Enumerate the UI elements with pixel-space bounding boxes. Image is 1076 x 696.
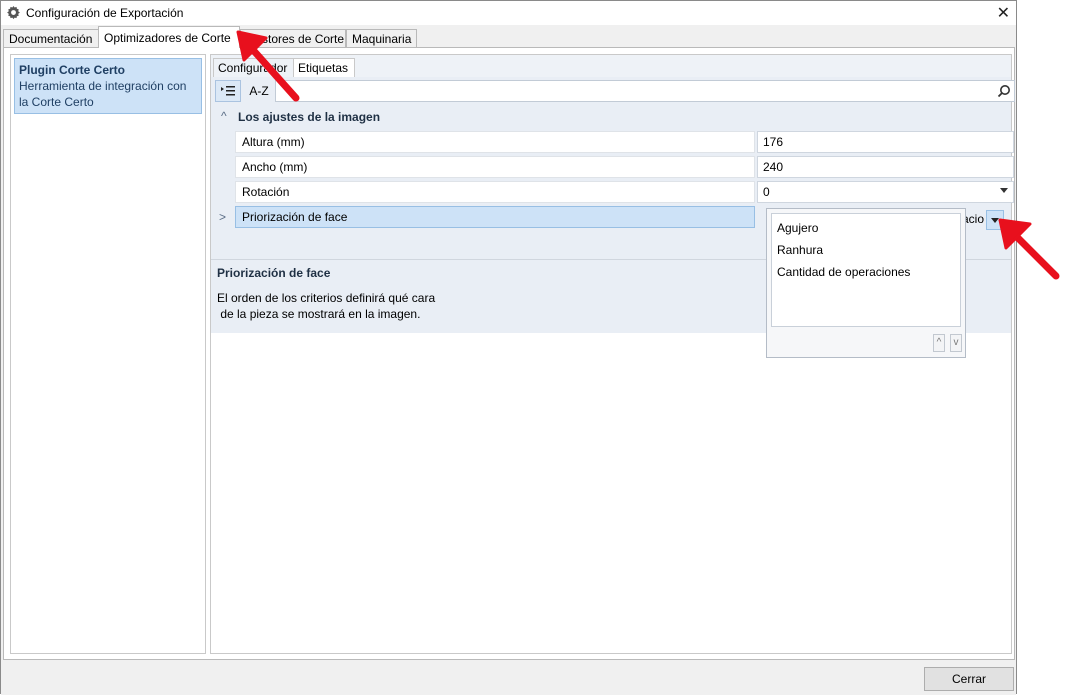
property-row-ancho: Ancho (mm) 240 [235, 156, 1015, 180]
tab-optimizadores-de-corte[interactable]: Optimizadores de Corte [98, 26, 240, 48]
property-name: Altura (mm) [235, 131, 755, 153]
property-name: Rotación [235, 181, 755, 203]
tab-maquinaria[interactable]: Maquinaria [346, 29, 417, 47]
ancho-input[interactable]: 240 [757, 156, 1014, 178]
tab-documentacion[interactable]: Documentación [3, 29, 99, 47]
window-title: Configuración de Exportación [26, 6, 184, 20]
plugin-list: Plugin Corte Certo Herramienta de integr… [10, 54, 206, 654]
priorizacion-popup: Agujero Ranhura Cantidad de operaciones … [766, 208, 966, 358]
plugin-item-corte-certo[interactable]: Plugin Corte Certo Herramienta de integr… [14, 58, 202, 114]
cerrar-button[interactable]: Cerrar [924, 667, 1014, 691]
property-name: Priorización de face [235, 206, 755, 228]
category-image-settings[interactable]: ^ Los ajustes de la imagen [211, 107, 1011, 127]
list-item[interactable]: Ranhura [772, 239, 960, 261]
dropdown-arrow-icon[interactable] [1000, 188, 1008, 193]
title-bar: Configuración de Exportación ✕ [1, 1, 1016, 25]
expand-icon[interactable]: > [219, 210, 226, 224]
property-search-input[interactable] [275, 80, 1015, 102]
collapse-icon[interactable]: ^ [221, 109, 227, 123]
rotacion-value: 0 [763, 185, 770, 199]
annotation-arrow-icon [998, 218, 1060, 280]
rotacion-select[interactable]: 0 [757, 181, 1014, 203]
plugin-description: Herramienta de integración con la Corte … [19, 79, 187, 109]
inner-tabs: Configurador Etiquetas [211, 55, 1011, 77]
property-grid-toolbar: A-Z [215, 80, 1015, 102]
property-name: Ancho (mm) [235, 156, 755, 178]
gear-icon [7, 5, 20, 20]
search-icon[interactable] [997, 84, 1011, 98]
move-down-button[interactable]: v [950, 334, 962, 352]
close-icon[interactable]: ✕ [997, 3, 1010, 23]
plugin-name: Plugin Corte Certo [19, 63, 126, 77]
altura-input[interactable]: 176 [757, 131, 1014, 153]
move-up-button[interactable]: ^ [933, 334, 945, 352]
property-row-altura: Altura (mm) 176 [235, 131, 1015, 155]
priority-list: Agujero Ranhura Cantidad de operaciones [771, 213, 961, 327]
property-row-rotacion: Rotación 0 [235, 181, 1015, 205]
list-item[interactable]: Cantidad de operaciones [772, 261, 960, 283]
dialog-footer: Cerrar [1, 661, 1016, 695]
category-label: Los ajustes de la imagen [238, 110, 381, 124]
list-item[interactable]: Agujero [772, 217, 960, 239]
annotation-arrow-icon [236, 30, 300, 102]
